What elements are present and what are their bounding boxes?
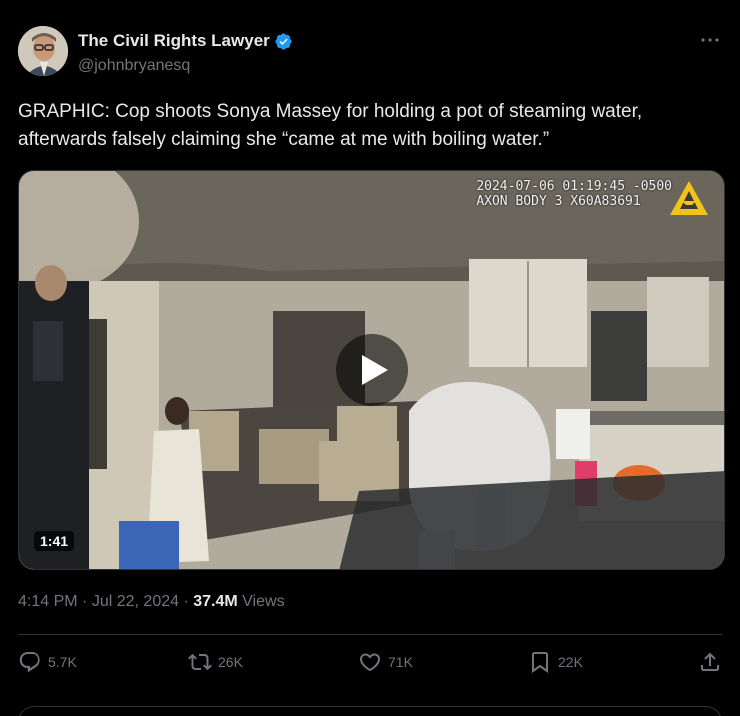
- share-icon: [701, 652, 719, 671]
- avatar[interactable]: [18, 26, 68, 76]
- views-label: Views: [242, 593, 285, 610]
- bodycam-overlay: 2024-07-06 01:19:45 -0500 AXON BODY 3 X6…: [476, 179, 672, 209]
- video-player[interactable]: 2024-07-06 01:19:45 -0500 AXON BODY 3 X6…: [18, 170, 725, 570]
- overlay-device-id: AXON BODY 3 X60A83691: [476, 194, 641, 209]
- overlay-timestamp: 2024-07-06 01:19:45 -0500: [476, 179, 672, 194]
- more-horizontal-icon[interactable]: [698, 32, 722, 48]
- action-bar: 5.7K 26K 71K 22K: [18, 650, 722, 680]
- tweet-date[interactable]: Jul 22, 2024: [92, 593, 179, 610]
- divider: [18, 634, 722, 635]
- reply-icon: [19, 652, 40, 673]
- verified-badge-icon: [275, 32, 292, 50]
- views-count[interactable]: 37.4M: [193, 593, 237, 610]
- tweet-meta: 4:14 PM · Jul 22, 2024 · 37.4M Views: [18, 593, 285, 611]
- retweet-icon: [188, 653, 212, 671]
- meta-separator: ·: [82, 593, 88, 610]
- bookmark-count: 22K: [558, 654, 583, 670]
- meta-separator: ·: [183, 593, 189, 610]
- reply-composer-edge: [18, 706, 722, 716]
- like-count: 71K: [388, 654, 413, 670]
- play-icon: [362, 355, 388, 385]
- retweet-count: 26K: [218, 654, 243, 670]
- tweet-header: The Civil Rights Lawyer @johnbryanesq: [18, 26, 726, 80]
- bookmark-button[interactable]: 22K: [528, 650, 583, 674]
- bookmark-icon: [532, 652, 548, 673]
- retweet-button[interactable]: 26K: [188, 650, 243, 674]
- tweet-text: GRAPHIC: Cop shoots Sonya Massey for hol…: [18, 101, 643, 150]
- play-button[interactable]: [336, 334, 408, 406]
- share-button[interactable]: [698, 650, 722, 674]
- heart-icon: [359, 653, 381, 672]
- reply-count: 5.7K: [48, 654, 77, 670]
- axon-logo-icon: [670, 181, 708, 215]
- like-button[interactable]: 71K: [358, 650, 413, 674]
- display-name[interactable]: The Civil Rights Lawyer: [78, 31, 270, 51]
- handle[interactable]: @johnbryanesq: [78, 57, 190, 75]
- tweet-time[interactable]: 4:14 PM: [18, 593, 78, 610]
- video-duration: 1:41: [34, 531, 75, 551]
- reply-button[interactable]: 5.7K: [18, 650, 77, 674]
